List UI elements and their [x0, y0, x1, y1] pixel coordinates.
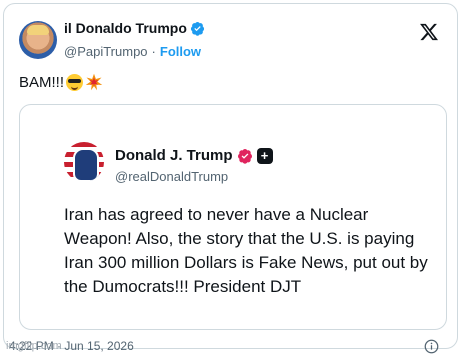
quoted-author-handle[interactable]: @realDonaldTrump	[115, 169, 228, 184]
imgflip-watermark: imgflip.com	[6, 340, 62, 352]
author-name[interactable]: il Donaldo Trumpo	[64, 20, 187, 36]
author-handle[interactable]: @PapiTrumpo	[64, 44, 148, 59]
post-text-row: BAM!!!	[19, 73, 103, 91]
author-avatar[interactable]	[19, 21, 57, 59]
author-handle-row: @PapiTrumpo · Follow	[64, 44, 201, 59]
info-icon[interactable]	[424, 339, 439, 354]
sunglasses-emoji-icon	[66, 73, 84, 91]
quoted-author-avatar[interactable]	[64, 142, 104, 182]
quoted-post[interactable]: Donald J. Trump + @realDonaldTrump Iran …	[19, 104, 447, 330]
quoted-author-name-row[interactable]: Donald J. Trump +	[115, 147, 273, 164]
verified-icon	[190, 21, 204, 36]
post-card[interactable]: il Donaldo Trumpo @PapiTrumpo · Follow B…	[3, 3, 458, 354]
quoted-post-text: Iran has agreed to never have a Nuclear …	[64, 205, 428, 296]
quoted-author-name[interactable]: Donald J. Trump	[115, 147, 233, 164]
separator-dot: ·	[151, 44, 156, 59]
follow-button[interactable]: Follow	[160, 44, 201, 59]
post-text: BAM!!!	[19, 73, 65, 91]
x-logo-icon[interactable]	[419, 22, 439, 42]
author-name-row[interactable]: il Donaldo Trumpo	[64, 20, 205, 36]
collision-emoji-icon	[85, 73, 103, 91]
gold-verified-icon	[237, 148, 252, 164]
plus-badge-icon: +	[256, 147, 273, 164]
